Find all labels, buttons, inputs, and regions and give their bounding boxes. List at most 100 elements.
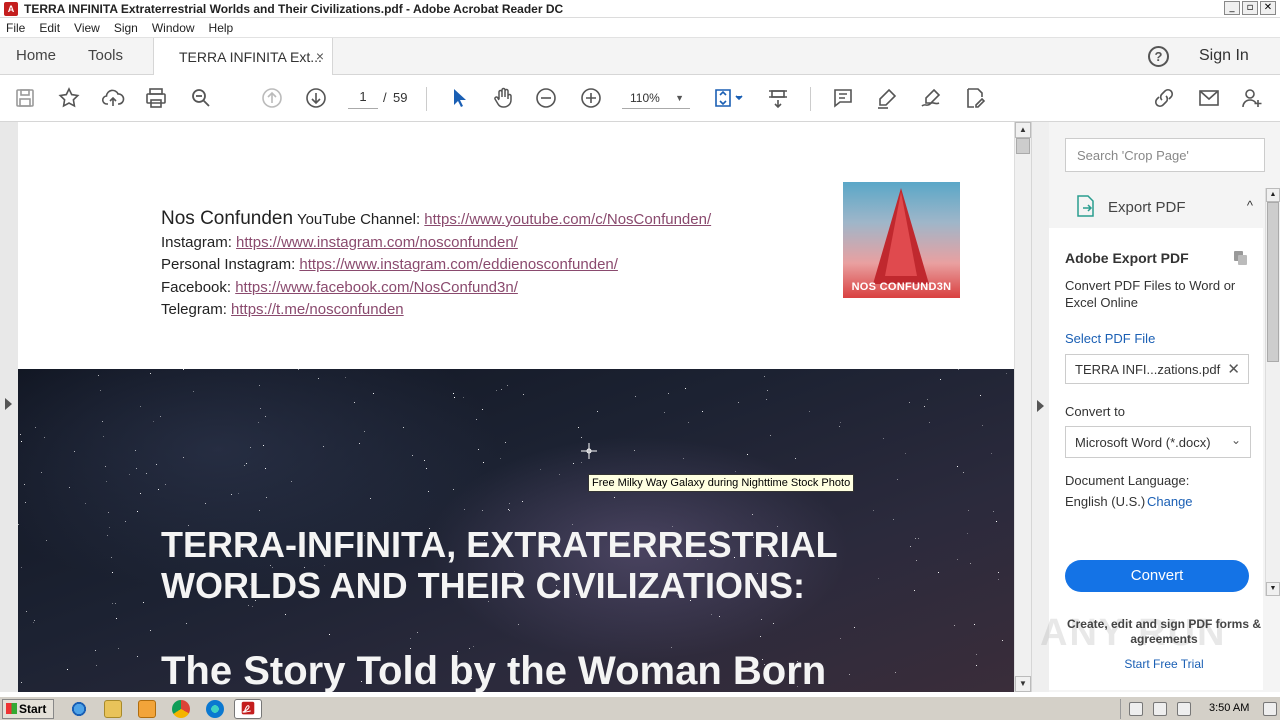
select-pdf-file-link[interactable]: Select PDF File	[1065, 331, 1155, 346]
right-pane-scrollbar[interactable]: ▲ ▼	[1265, 188, 1280, 596]
edge-icon[interactable]	[206, 700, 224, 718]
star-dot	[976, 665, 977, 666]
clear-file-icon[interactable]: ✕	[1227, 360, 1240, 378]
page-down-icon[interactable]	[303, 85, 329, 111]
acrobat-icon[interactable]	[234, 699, 262, 719]
tab-home[interactable]: Home	[16, 47, 56, 64]
star-dot	[996, 521, 997, 522]
zoom-out-icon[interactable]	[533, 85, 559, 111]
page-number-input[interactable]: 1	[348, 89, 378, 109]
scroll-up-icon[interactable]: ▲	[1266, 188, 1280, 202]
star-dot	[893, 519, 894, 520]
tab-tools[interactable]: Tools	[88, 47, 123, 64]
expand-left-panel-icon[interactable]	[5, 398, 12, 410]
document-heading: TERRA-INFINITA, EXTRATERRESTRIAL WORLDS …	[161, 524, 838, 606]
sign-icon[interactable]	[918, 85, 944, 111]
collapse-right-panel-icon[interactable]	[1037, 400, 1044, 412]
network-icon[interactable]	[1153, 702, 1167, 716]
edit-pdf-icon[interactable]	[962, 85, 988, 111]
scroll-down-icon[interactable]: ▼	[1266, 582, 1280, 596]
volume-icon[interactable]	[1129, 702, 1143, 716]
page-up-icon[interactable]	[259, 85, 285, 111]
collapse-caret-icon[interactable]: ^	[1247, 198, 1253, 213]
star-dot	[266, 497, 267, 498]
star-dot	[998, 579, 999, 580]
bookmark-star-icon[interactable]	[56, 85, 82, 111]
upload-cloud-icon[interactable]	[100, 85, 126, 111]
fit-page-icon[interactable]	[710, 85, 746, 111]
start-button[interactable]: Start	[2, 699, 54, 719]
star-dot	[265, 416, 266, 417]
change-language-link[interactable]: Change	[1147, 494, 1193, 509]
copy-icon[interactable]	[1233, 250, 1249, 266]
facebook-link[interactable]: https://www.facebook.com/NosConfund3n/	[235, 279, 518, 296]
youtube-link[interactable]: https://www.youtube.com/c/NosConfunden/	[424, 211, 711, 228]
scroll-mode-icon[interactable]	[765, 85, 791, 111]
star-dot	[153, 421, 154, 422]
minimize-button[interactable]: _	[1224, 1, 1240, 15]
star-dot	[509, 510, 510, 511]
tools-search-input[interactable]: Search 'Crop Page'	[1065, 138, 1265, 172]
selected-file-field[interactable]: TERRA INFI...zations.pdf ✕	[1065, 354, 1249, 384]
email-icon[interactable]	[1196, 85, 1222, 111]
zoom-in-icon[interactable]	[578, 85, 604, 111]
star-dot	[597, 411, 598, 412]
menu-sign[interactable]: Sign	[114, 21, 138, 35]
page-separator: /	[383, 90, 387, 105]
document-scrollbar[interactable]: ▲ ▼	[1014, 122, 1031, 692]
telegram-link[interactable]: https://t.me/nosconfunden	[231, 301, 404, 318]
sign-in-button[interactable]: Sign In	[1199, 47, 1249, 65]
star-dot	[103, 436, 104, 437]
action-center-flag-icon[interactable]	[1177, 702, 1191, 716]
star-dot	[664, 412, 665, 413]
menu-help[interactable]: Help	[209, 21, 234, 35]
star-dot	[26, 611, 27, 612]
chrome-icon[interactable]	[172, 700, 190, 718]
zoom-level-select[interactable]: 110% ▼	[622, 89, 690, 109]
restore-button[interactable]: ▫	[1242, 1, 1258, 15]
convert-button[interactable]: Convert	[1065, 560, 1249, 592]
link-label: Telegram:	[161, 301, 227, 318]
star-dot	[991, 453, 992, 454]
menu-view[interactable]: View	[74, 21, 100, 35]
left-panel-rail[interactable]	[0, 122, 18, 692]
media-player-icon[interactable]	[138, 700, 156, 718]
add-user-icon[interactable]	[1239, 85, 1265, 111]
menu-file[interactable]: File	[6, 21, 25, 35]
share-link-icon[interactable]	[1151, 85, 1177, 111]
personal-instagram-link[interactable]: https://www.instagram.com/eddienosconfun…	[299, 256, 618, 273]
scroll-thumb[interactable]	[1016, 138, 1030, 154]
star-dot	[370, 498, 371, 499]
right-panel-rail[interactable]	[1031, 122, 1049, 692]
comment-icon[interactable]	[830, 85, 856, 111]
star-dot	[839, 426, 840, 427]
tab-document[interactable]: TERRA INFINITA Ext... ×	[153, 38, 333, 75]
zoom-search-icon[interactable]	[188, 85, 214, 111]
star-dot	[688, 422, 689, 423]
star-dot	[318, 378, 319, 379]
export-pdf-header[interactable]: Export PDF ^	[1065, 192, 1263, 222]
start-free-trial-link[interactable]: Start Free Trial	[1066, 657, 1262, 671]
print-icon[interactable]	[143, 85, 169, 111]
highlight-icon[interactable]	[874, 85, 900, 111]
scroll-down-icon[interactable]: ▼	[1015, 676, 1031, 692]
menu-window[interactable]: Window	[152, 21, 195, 35]
select-arrow-icon[interactable]	[446, 85, 472, 111]
star-dot	[634, 450, 635, 451]
ie-icon[interactable]	[70, 700, 88, 718]
logo-text: NOS CONFUND3N	[851, 281, 952, 293]
scroll-up-icon[interactable]: ▲	[1015, 122, 1031, 138]
close-window-button[interactable]: ✕	[1260, 1, 1276, 15]
help-icon[interactable]: ?	[1148, 46, 1169, 67]
hand-icon[interactable]	[490, 85, 516, 111]
save-icon[interactable]	[12, 85, 38, 111]
star-dot	[747, 454, 748, 455]
explorer-icon[interactable]	[104, 700, 122, 718]
scroll-thumb[interactable]	[1267, 202, 1279, 362]
close-tab-icon[interactable]: ×	[316, 48, 324, 64]
instagram-link[interactable]: https://www.instagram.com/nosconfunden/	[236, 234, 518, 251]
pdf-page: Nos Confunden YouTube Channel: https://w…	[18, 122, 1014, 692]
show-desktop-icon[interactable]	[1263, 702, 1277, 716]
menu-edit[interactable]: Edit	[39, 21, 60, 35]
convert-format-select[interactable]: Microsoft Word (*.docx) ⌄	[1065, 426, 1251, 458]
